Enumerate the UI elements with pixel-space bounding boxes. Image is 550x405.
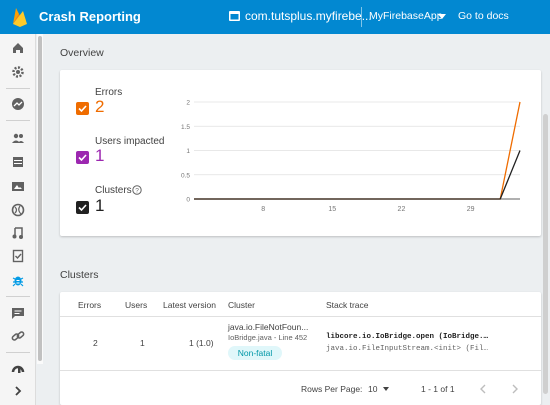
analytics-icon[interactable] bbox=[11, 97, 25, 111]
chevron-left-icon[interactable] bbox=[478, 383, 488, 395]
users-impacted-checkbox[interactable] bbox=[76, 151, 89, 164]
settings-icon[interactable] bbox=[11, 65, 25, 79]
scrollbar-thumb[interactable] bbox=[543, 114, 548, 394]
help-icon[interactable]: ? bbox=[132, 185, 142, 195]
sidebar bbox=[0, 34, 36, 405]
chevron-right-icon[interactable] bbox=[510, 383, 520, 395]
top-app-bar: Crash Reporting com.tutsplus.myfirebe...… bbox=[0, 0, 550, 34]
cell-cluster-location: IoBridge.java - Line 452 bbox=[228, 333, 308, 342]
home-icon[interactable] bbox=[11, 41, 25, 55]
hosting-icon[interactable] bbox=[11, 203, 25, 217]
crash-reporting-icon[interactable] bbox=[11, 273, 25, 287]
cell-errors: 2 bbox=[93, 338, 98, 348]
database-icon[interactable] bbox=[11, 155, 25, 169]
clusters-heading: Clusters bbox=[60, 269, 99, 281]
overview-line-chart: 0 0.5 1 1.5 2 8 15 22 29 bbox=[181, 100, 521, 213]
admob-icon[interactable] bbox=[11, 361, 25, 375]
column-header-latest-version[interactable]: Latest version bbox=[163, 300, 216, 310]
cell-stack-trace-line1: libcore.io.IoBridge.open (IoBridge.… bbox=[326, 333, 489, 341]
y-tick-label: 0 bbox=[186, 197, 190, 204]
y-tick-label: 1.5 bbox=[181, 124, 190, 131]
y-tick-label: 0.5 bbox=[181, 172, 190, 179]
x-tick-label: 29 bbox=[467, 206, 475, 213]
clusters-label: Clusters bbox=[95, 185, 132, 196]
clusters-checkbox[interactable] bbox=[76, 201, 89, 214]
column-header-stack-trace[interactable]: Stack trace bbox=[326, 300, 369, 310]
x-tick-label: 8 bbox=[261, 206, 265, 213]
x-tick-label: 15 bbox=[328, 206, 336, 213]
dynamic-links-icon[interactable] bbox=[11, 329, 25, 343]
users-impacted-value: 1 bbox=[95, 146, 105, 165]
product-title: Crash Reporting bbox=[39, 9, 141, 24]
rows-per-page-select[interactable]: 10 bbox=[368, 384, 377, 394]
caret-down-icon[interactable] bbox=[438, 14, 446, 19]
app-selector[interactable]: MyFirebaseApp bbox=[369, 10, 443, 22]
cell-users: 1 bbox=[140, 338, 145, 348]
column-header-users[interactable]: Users bbox=[125, 300, 147, 310]
firebase-logo bbox=[13, 8, 27, 27]
rows-per-page-label: Rows Per Page: bbox=[301, 384, 363, 394]
test-lab-icon[interactable] bbox=[11, 249, 25, 263]
errors-value: 2 bbox=[95, 97, 105, 116]
notifications-icon[interactable] bbox=[11, 306, 25, 320]
cell-latest-version: 1 (1.0) bbox=[189, 338, 214, 348]
cell-stack-trace-line2: java.io.FileInputStream.<init> (Fil… bbox=[326, 345, 489, 353]
scrollbar-thumb[interactable] bbox=[38, 36, 42, 361]
y-tick-label: 1 bbox=[186, 148, 190, 155]
svg-text:?: ? bbox=[135, 187, 139, 194]
y-tick-label: 2 bbox=[186, 100, 190, 107]
main-scrollbar[interactable] bbox=[541, 34, 550, 405]
go-to-docs-link[interactable]: Go to docs bbox=[458, 10, 509, 22]
status-badge: Non-fatal bbox=[228, 346, 282, 360]
sidebar-divider bbox=[6, 120, 30, 121]
sidebar-divider bbox=[6, 88, 30, 89]
table-row-divider bbox=[60, 370, 541, 371]
column-header-errors[interactable]: Errors bbox=[78, 300, 101, 310]
clusters-value: 1 bbox=[95, 196, 105, 215]
x-tick-label: 22 bbox=[398, 206, 406, 213]
users-icon[interactable] bbox=[11, 131, 25, 145]
column-header-cluster[interactable]: Cluster bbox=[228, 300, 255, 310]
caret-down-icon[interactable] bbox=[383, 387, 389, 391]
users-impacted-label: Users impacted bbox=[95, 136, 165, 147]
remote-config-icon[interactable] bbox=[11, 226, 25, 240]
cell-cluster-name[interactable]: java.io.FileNotFoun... bbox=[228, 322, 308, 332]
pagination-range: 1 - 1 of 1 bbox=[421, 384, 455, 394]
project-selector[interactable]: com.tutsplus.myfirebe... bbox=[245, 9, 372, 23]
table-header-divider bbox=[60, 316, 541, 317]
project-icon bbox=[229, 11, 240, 21]
sidebar-divider bbox=[6, 352, 30, 353]
sidebar-divider bbox=[6, 296, 30, 297]
overview-heading: Overview bbox=[60, 47, 104, 59]
errors-checkbox[interactable] bbox=[76, 102, 89, 115]
sidebar-scrollbar[interactable] bbox=[37, 34, 43, 364]
storage-icon[interactable] bbox=[11, 179, 25, 193]
header-divider bbox=[361, 7, 362, 27]
expand-icon[interactable] bbox=[11, 384, 25, 398]
